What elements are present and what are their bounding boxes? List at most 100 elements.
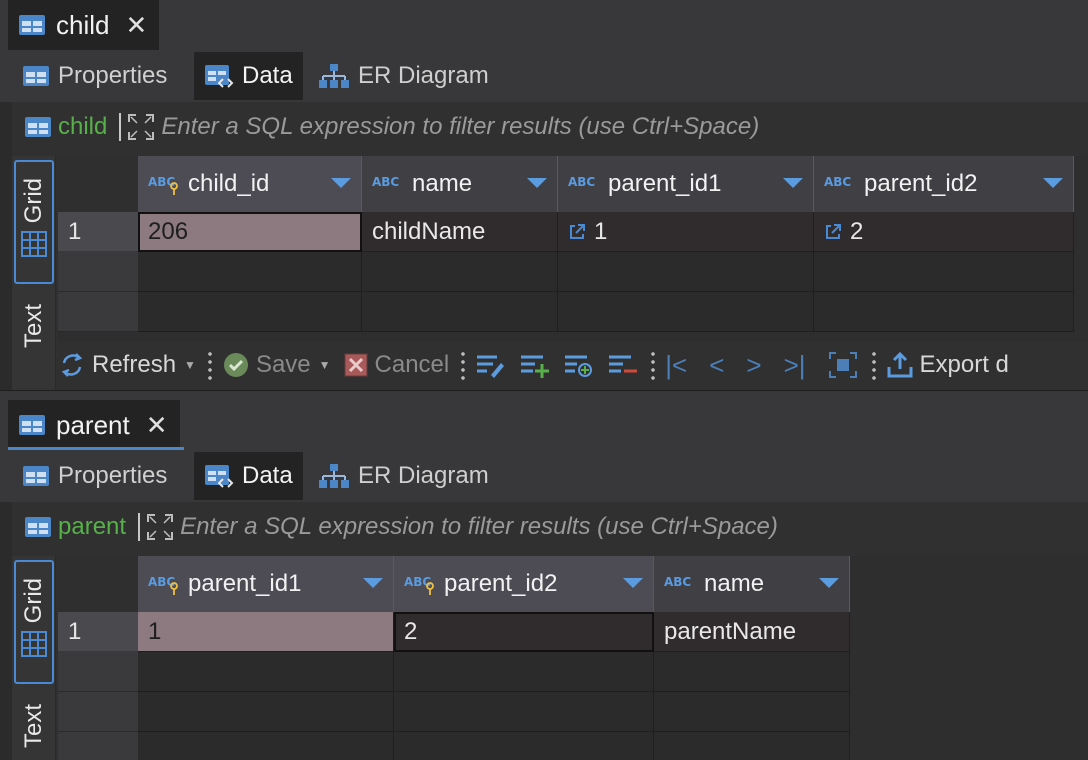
table-cell[interactable]: 2 <box>394 612 654 652</box>
tab-properties[interactable]: Properties <box>12 452 177 500</box>
editor-tab-child[interactable]: child ✕ <box>8 0 160 50</box>
fetch-all-icon[interactable] <box>828 351 858 379</box>
row-number-empty <box>58 292 138 332</box>
table-cell[interactable]: parentName <box>654 612 850 652</box>
filter-input[interactable] <box>180 513 1041 541</box>
dropdown-arrow-icon[interactable]: ▼ <box>319 358 331 372</box>
editor-tab-title: child <box>56 9 110 40</box>
editor-tabstrip: child ✕ <box>0 0 1088 50</box>
table-cell[interactable]: childName <box>362 212 558 252</box>
cancel-label: Cancel <box>374 351 450 378</box>
export-button[interactable]: Export d <box>886 351 1009 379</box>
empty-cell <box>558 252 814 292</box>
tab-er-diagram[interactable]: ER Diagram <box>308 52 499 100</box>
abc-key-icon: ABC <box>148 175 178 195</box>
copy-row-icon[interactable] <box>563 352 593 378</box>
sort-arrow-icon[interactable] <box>819 578 839 588</box>
sort-arrow-icon[interactable] <box>1043 178 1063 188</box>
empty-cell <box>138 692 394 732</box>
tab-properties[interactable]: Properties <box>12 52 177 100</box>
last-page-icon[interactable]: >| <box>784 350 806 381</box>
tab-grid-view[interactable]: Grid <box>14 560 54 684</box>
table-cell[interactable]: 206 <box>138 212 362 252</box>
empty-row <box>58 252 1074 292</box>
cancel-icon <box>344 353 368 377</box>
empty-cell <box>814 292 1074 332</box>
expand-icon[interactable] <box>146 513 174 541</box>
close-icon[interactable]: ✕ <box>146 412 168 438</box>
tab-label: Data <box>242 62 293 89</box>
tab-text-view[interactable]: Text <box>14 704 54 760</box>
close-icon[interactable]: ✕ <box>125 12 147 38</box>
previous-page-icon[interactable]: < <box>709 350 724 381</box>
next-page-icon[interactable]: > <box>746 350 761 381</box>
sort-arrow-icon[interactable] <box>363 578 383 588</box>
filter-input[interactable] <box>161 113 1042 141</box>
separator <box>119 113 122 141</box>
tab-er-diagram[interactable]: ER Diagram <box>308 452 499 500</box>
child-editor-panel: child ✕ Properties Data ER Diagram child <box>0 0 1088 390</box>
er-diagram-icon <box>319 64 349 88</box>
svg-text:ABC: ABC <box>568 175 595 189</box>
toolbar-separator <box>207 350 212 380</box>
add-row-icon[interactable] <box>519 352 550 378</box>
column-name: name <box>412 170 473 197</box>
link-icon[interactable] <box>824 223 842 241</box>
empty-cell <box>814 252 1074 292</box>
tab-text-view[interactable]: Text <box>14 304 54 390</box>
expand-icon[interactable] <box>127 113 155 141</box>
table-cell-fk[interactable]: 2 <box>814 212 1074 252</box>
column-header-parent-id2[interactable]: ABC parent_id2 <box>394 556 654 612</box>
table-cell[interactable]: 1 <box>138 612 394 652</box>
refresh-button[interactable]: Refresh ▼ <box>58 351 196 379</box>
save-button[interactable]: Save ▼ <box>222 351 331 379</box>
data-content: parent Grid Text ABC parent_id1 <box>12 502 1088 760</box>
cancel-button[interactable]: Cancel <box>343 351 450 379</box>
column-header-parent-id2[interactable]: ABC parent_id2 <box>814 156 1074 212</box>
dropdown-arrow-icon[interactable]: ▼ <box>184 358 196 372</box>
table-icon <box>25 517 51 537</box>
table-row[interactable]: 1 206 childName 1 2 <box>58 212 1074 252</box>
table-row[interactable]: 1 1 2 parentName <box>58 612 850 652</box>
table-cell-fk[interactable]: 1 <box>558 212 814 252</box>
subtab-bar: Properties Data ER Diagram <box>0 450 1088 502</box>
separator <box>138 513 141 541</box>
check-icon <box>223 353 248 377</box>
cell-value: 2 <box>850 217 864 245</box>
sort-arrow-icon[interactable] <box>783 178 803 188</box>
column-header-parent-id1[interactable]: ABC parent_id1 <box>558 156 814 212</box>
first-page-icon[interactable]: |< <box>665 350 687 381</box>
column-header-child-id[interactable]: ABC child_id <box>138 156 362 212</box>
edit-row-icon[interactable] <box>475 352 505 378</box>
row-number[interactable]: 1 <box>58 612 138 652</box>
delete-row-icon[interactable] <box>607 352 638 378</box>
empty-cell <box>654 692 850 732</box>
column-header-name[interactable]: ABC name <box>362 156 558 212</box>
grid-header: ABC child_id ABC name ABC parent_id1 ABC… <box>58 156 1074 212</box>
empty-cell <box>138 292 362 332</box>
sort-arrow-icon[interactable] <box>623 578 643 588</box>
empty-cell <box>138 252 362 292</box>
export-icon <box>887 351 912 378</box>
editor-tab-parent[interactable]: parent ✕ <box>8 400 180 450</box>
column-name: name <box>704 570 765 597</box>
tab-label: Data <box>242 462 293 489</box>
link-icon[interactable] <box>568 223 586 241</box>
tab-label: ER Diagram <box>358 462 489 489</box>
column-header-parent-id1[interactable]: ABC parent_id1 <box>138 556 394 612</box>
sort-arrow-icon[interactable] <box>331 178 351 188</box>
tab-data[interactable]: Data <box>194 452 303 500</box>
row-number-empty <box>58 252 138 292</box>
tab-data[interactable]: Data <box>194 52 303 100</box>
cell-value: 1 <box>594 217 608 245</box>
tab-grid-view[interactable]: Grid <box>14 160 54 284</box>
grid-tab-label: Grid <box>20 178 47 224</box>
column-header-name[interactable]: ABC name <box>654 556 850 612</box>
row-number[interactable]: 1 <box>58 212 138 252</box>
column-name: parent_id2 <box>444 570 558 597</box>
abc-icon: ABC <box>372 175 399 189</box>
row-number-empty <box>58 652 138 692</box>
view-mode-sidebar: Grid Text <box>12 156 56 390</box>
panel-divider[interactable] <box>0 390 1088 400</box>
sort-arrow-icon[interactable] <box>527 178 547 188</box>
